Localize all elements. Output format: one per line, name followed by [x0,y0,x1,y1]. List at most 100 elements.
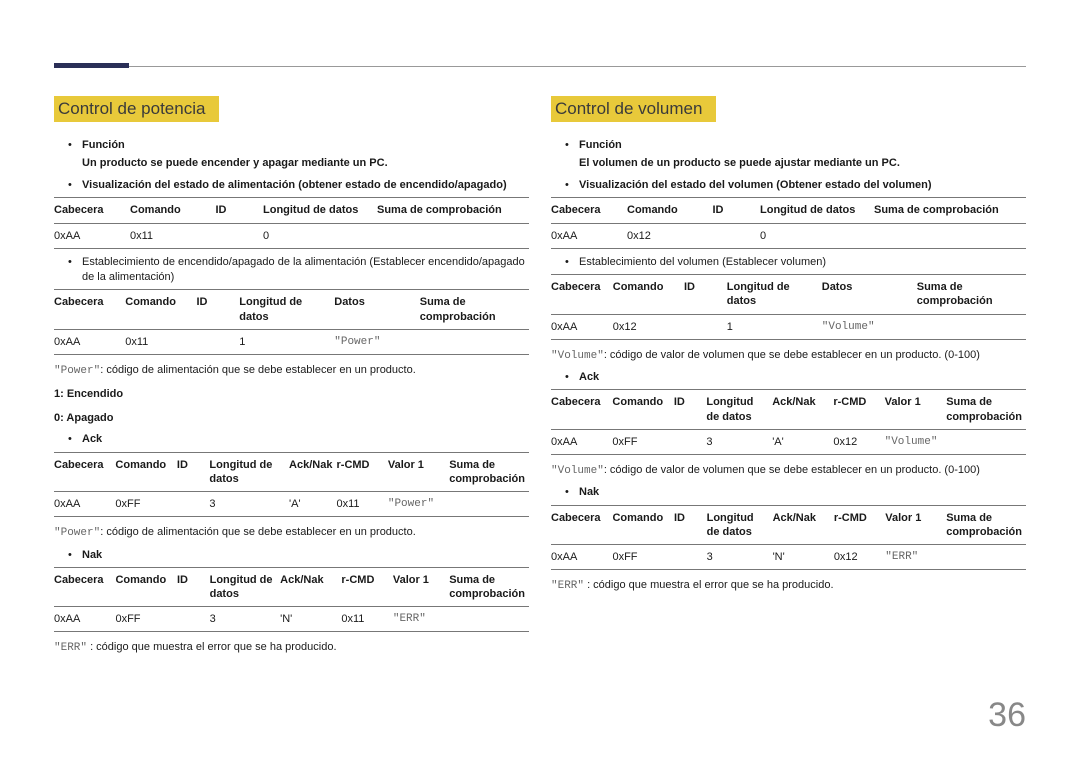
td [946,429,1026,454]
table-power-nak: Cabecera Comando ID Longitud de datos Ac… [54,567,529,633]
mono: "ERR" [54,642,87,654]
th: Longitud de datos [760,198,874,223]
nak-label: Nak [579,485,1026,500]
th: ID [197,290,240,330]
bullet-dot-icon: • [68,255,82,286]
td: 'A' [772,429,833,454]
value-on: 1: Encendido [54,387,529,402]
mono: "Volume" [551,465,604,477]
note-volume-code: "Volume": código de valor de volumen que… [551,348,1026,364]
th: Cabecera [54,290,125,330]
value-off: 0: Apagado [54,411,529,426]
th: Cabecera [54,198,130,223]
th: Datos [822,274,917,314]
txt: : código de valor de volumen que se debe… [604,464,980,476]
page-header-accent [54,63,129,68]
td [177,492,210,517]
txt: : código de alimentación que se debe est… [100,364,416,376]
td: 0xAA [551,429,612,454]
note-err: "ERR" : código que muestra el error que … [551,578,1026,594]
bullet-view-state: • Visualización del estado del volumen (… [565,178,1026,193]
table-volume-ack: Cabecera Comando ID Longitud de datos Ac… [551,389,1026,455]
th: Valor 1 [388,452,449,492]
td [946,545,1026,570]
th: r-CMD [834,505,885,545]
funcion-label: Función [579,138,1026,153]
th: Suma de comprobación [449,567,529,607]
bullet-dot-icon: • [68,178,82,193]
td: 3 [209,492,289,517]
txt: : código que muestra el error que se ha … [584,579,833,591]
td [874,223,1026,248]
th: Cabecera [551,390,612,430]
view-state-label: Visualización del estado de alimentación… [82,178,529,193]
td [449,492,529,517]
td [674,545,707,570]
td [420,329,529,354]
td [449,607,529,632]
td [684,314,727,339]
td: 'N' [773,545,834,570]
th: Valor 1 [393,567,449,607]
set-volume-label: Establecimiento del volumen (Establecer … [579,255,1026,270]
th: ID [674,390,706,430]
td: 3 [707,545,773,570]
td: 0xAA [54,223,130,248]
ack-label: Ack [82,432,529,447]
txt: : código de alimentación que se debe est… [100,526,416,538]
note-power-code: "Power": código de alimentación que se d… [54,363,529,379]
th: Comando [130,198,216,223]
td: 0x11 [341,607,392,632]
td: 'N' [280,607,341,632]
nak-label: Nak [82,548,529,563]
bullet-dot-icon: • [565,255,579,270]
ack-label: Ack [579,370,1026,385]
th: Cabecera [551,198,627,223]
td: 1 [727,314,822,339]
bullet-funcion: • Función [68,138,529,153]
th: ID [674,505,707,545]
mono: "Volume" [551,350,604,362]
td [674,429,706,454]
td: 0 [760,223,874,248]
th: Comando [115,567,177,607]
left-column: Control de potencia • Función Un product… [54,96,529,661]
td [177,607,210,632]
td: 3 [210,607,281,632]
funcion-label: Función [82,138,529,153]
td: 0xFF [612,545,674,570]
mono: "Power" [54,527,100,539]
th: Longitud de datos [727,274,822,314]
th: Suma de comprobación [420,290,529,330]
table-volume-get: Cabecera Comando ID Longitud de datos Su… [551,197,1026,248]
th: Longitud de datos [239,290,334,330]
bullet-view-state: • Visualización del estado de alimentaci… [68,178,529,193]
bullet-nak: • Nak [565,485,1026,500]
section-heading-power: Control de potencia [54,96,219,122]
td: 0x11 [337,492,388,517]
th: Comando [627,198,713,223]
th: Longitud de datos [209,452,289,492]
th: ID [684,274,727,314]
th: Suma de comprobación [874,198,1026,223]
bullet-funcion: • Función [565,138,1026,153]
td [377,223,529,248]
th: ID [177,567,210,607]
th: Suma de comprobación [946,390,1026,430]
td: 0x12 [834,545,885,570]
td: 0x12 [833,429,884,454]
td: 0xAA [551,223,627,248]
th: Cabecera [551,274,613,314]
bullet-dot-icon: • [68,138,82,153]
view-state-label: Visualización del estado del volumen (Ob… [579,178,1026,193]
td: "ERR" [393,607,449,632]
td: 0x12 [627,223,713,248]
td: 0xFF [612,429,673,454]
td: 'A' [289,492,336,517]
th: Cabecera [54,452,115,492]
right-column: Control de volumen • Función El volumen … [551,96,1026,661]
td: 0x12 [613,314,684,339]
content-columns: Control de potencia • Función Un product… [54,96,1026,661]
txt: : código que muestra el error que se ha … [87,641,336,653]
td: 0xAA [54,329,125,354]
